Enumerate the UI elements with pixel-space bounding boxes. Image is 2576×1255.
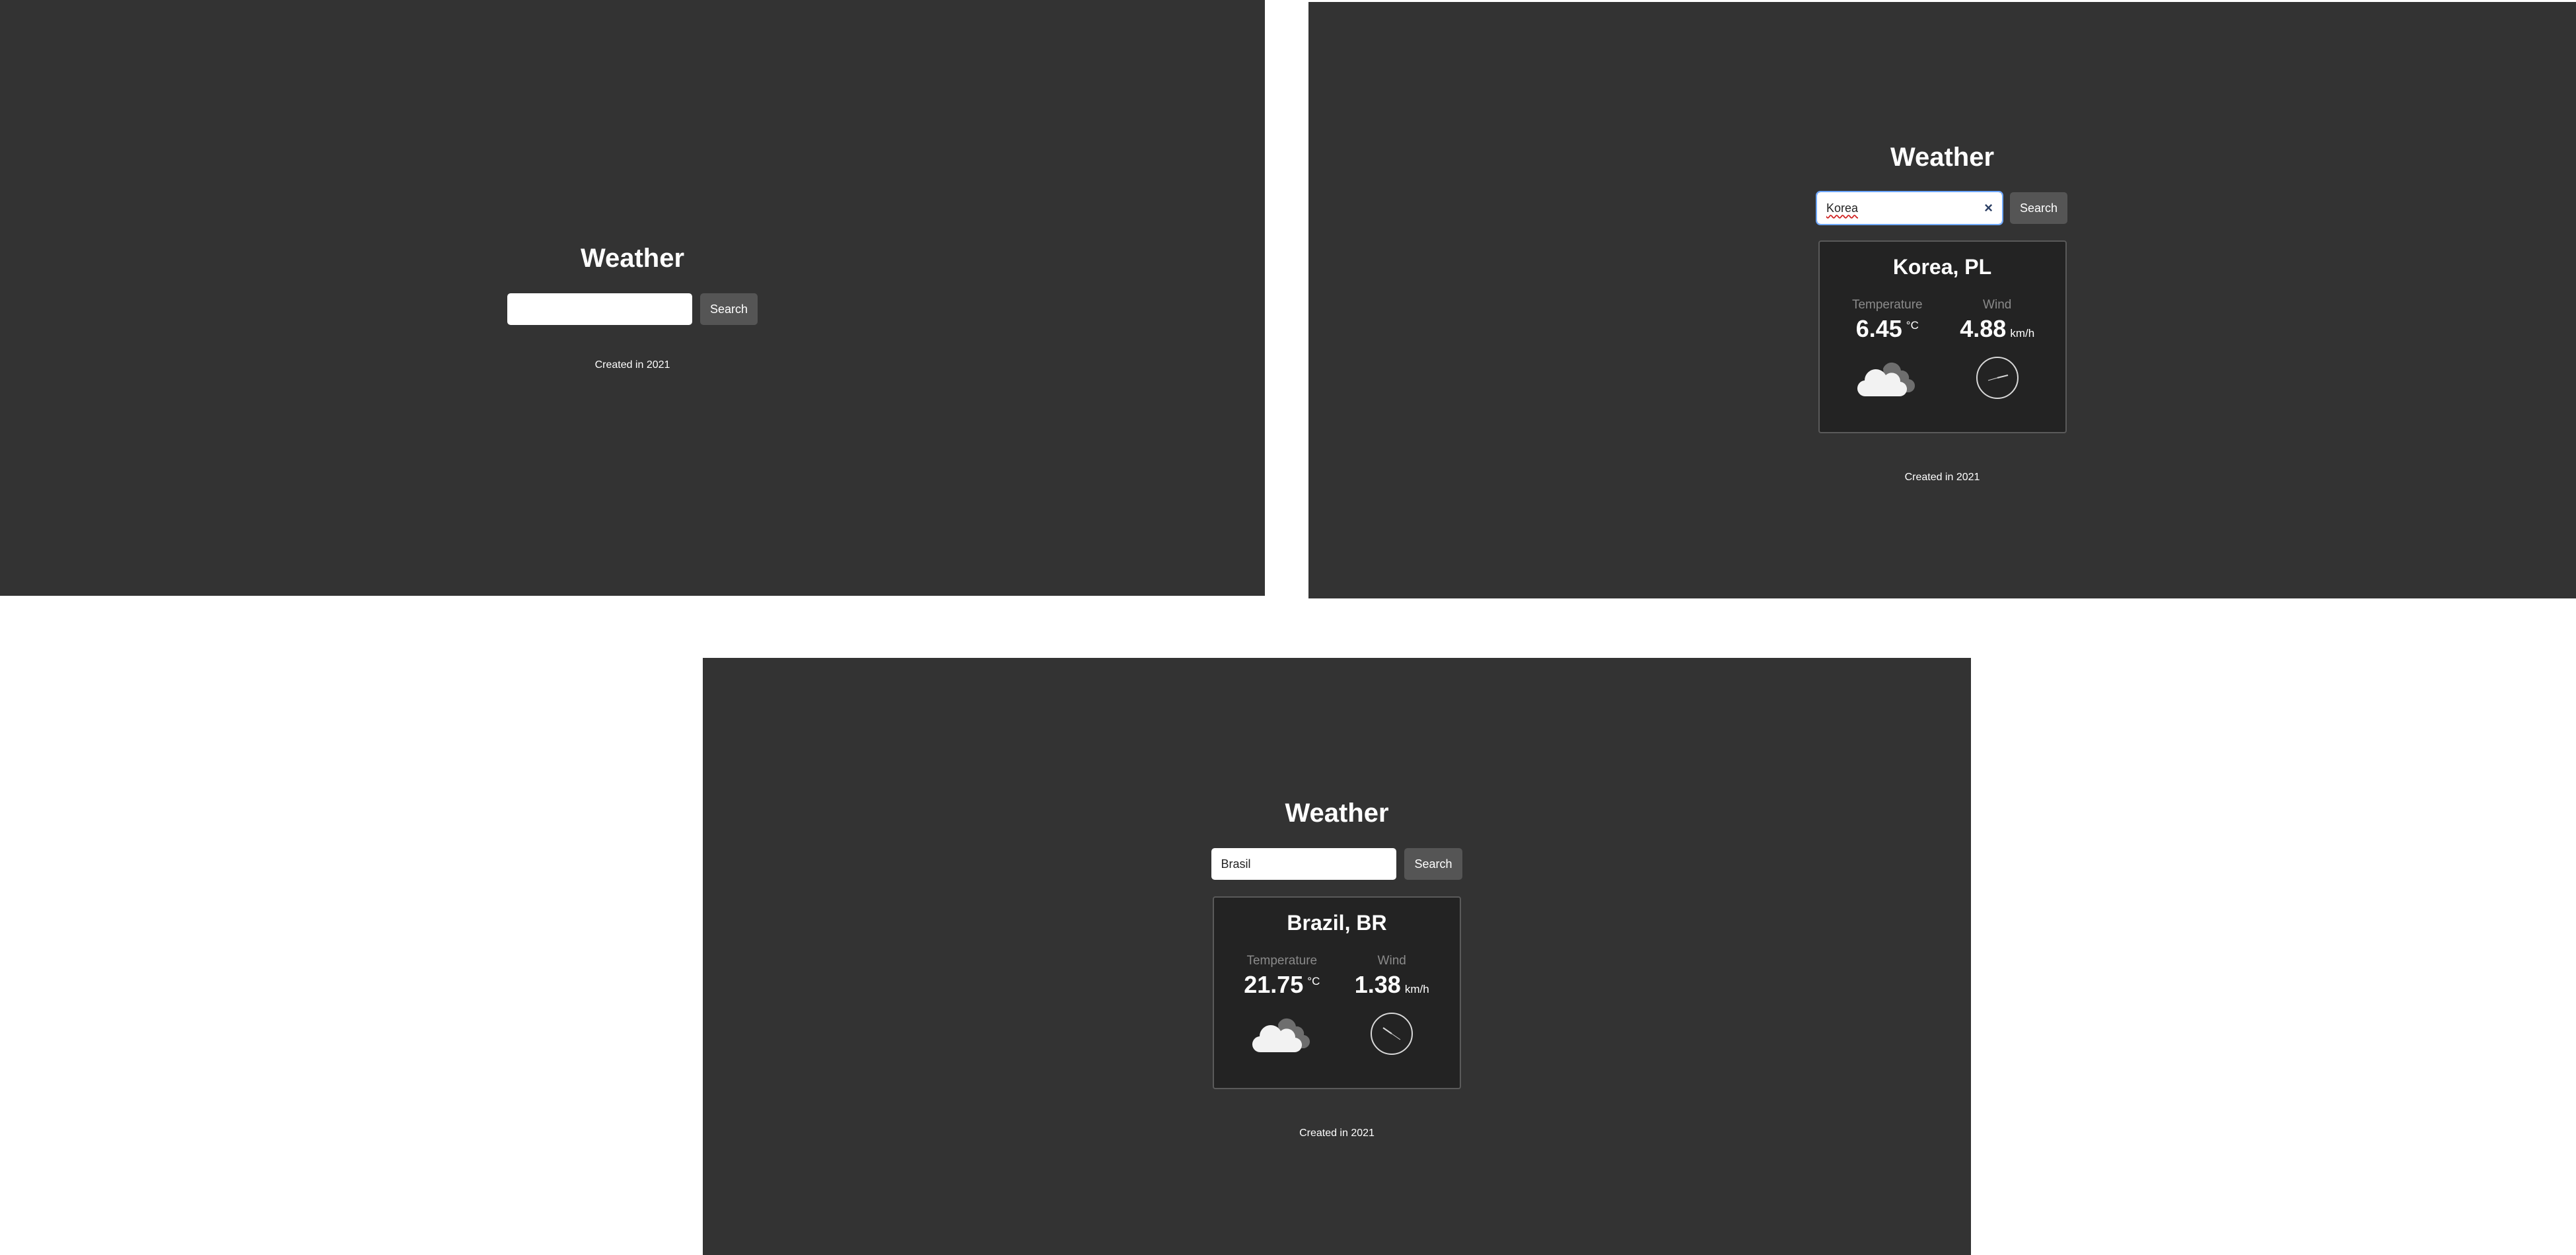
search-input[interactable] (507, 293, 692, 325)
wind-value: 1.38 (1354, 971, 1401, 998)
search-bar: Search (507, 293, 758, 325)
wind-direction-icon (1370, 1012, 1413, 1056)
search-bar: Korea × Search (1815, 191, 2068, 225)
wind-direction-icon (1976, 356, 2019, 400)
footer-text: Created in 2021 (1904, 472, 1980, 483)
temperature-value: 21.75 (1244, 971, 1304, 998)
search-button[interactable]: Search (2009, 192, 2068, 224)
search-bar: Brasil Search (1211, 848, 1462, 880)
temperature-value: 6.45 (1855, 315, 1902, 342)
search-input[interactable]: Brasil (1211, 848, 1397, 880)
wind-metric: Wind 4.88 km/h (1947, 298, 2048, 400)
page-title: Weather (580, 244, 685, 273)
wind-unit: km/h (1404, 983, 1429, 995)
wind-value: 4.88 (1960, 315, 2007, 342)
wind-label: Wind (1377, 954, 1406, 968)
wind-label: Wind (1983, 298, 2012, 312)
footer-text: Created in 2021 (594, 359, 670, 371)
search-input-value: Korea (1826, 201, 1859, 215)
footer-text: Created in 2021 (1299, 1128, 1375, 1139)
weather-app: Weather Search Created in 2021 (0, 243, 1265, 371)
weather-app-screen-brazil: Weather Brasil Search Brazil, BR Tempera… (703, 658, 1971, 1255)
temperature-label: Temperature (1851, 298, 1923, 312)
weather-metrics: Temperature 6.45 °C Wind 4.88 km/h (1837, 298, 2048, 400)
wind-metric: Wind 1.38 km/h (1341, 954, 1443, 1056)
city-name: Korea, PL (1892, 255, 1992, 279)
temperature-metric: Temperature 21.75 °C (1231, 954, 1333, 1056)
city-name: Brazil, BR (1287, 911, 1387, 935)
search-button[interactable]: Search (699, 293, 758, 325)
temperature-unit: °C (1906, 319, 1919, 332)
weather-app-screen-empty: Weather Search Created in 2021 (0, 0, 1265, 596)
temperature-value-wrap: 6.45 °C (1856, 315, 1919, 343)
temperature-value-wrap: 21.75 °C (1244, 971, 1320, 999)
weather-metrics: Temperature 21.75 °C Wind 1.38 km/h (1231, 954, 1443, 1056)
weather-app-screen-korea: Weather Korea × Search Korea, PL Tempera… (1308, 2, 2576, 598)
weather-card: Brazil, BR Temperature 21.75 °C Wind 1.3… (1213, 896, 1461, 1089)
temperature-label: Temperature (1246, 954, 1318, 968)
wind-value-wrap: 4.88 km/h (1960, 315, 2034, 343)
wind-unit: km/h (2010, 327, 2035, 340)
cloud-icon (1857, 356, 1917, 400)
page-title: Weather (1890, 143, 1995, 172)
temperature-unit: °C (1307, 975, 1320, 987)
cloud-icon (1252, 1012, 1312, 1056)
weather-card: Korea, PL Temperature 6.45 °C Wind 4.88 … (1818, 240, 2067, 433)
weather-app: Weather Brasil Search Brazil, BR Tempera… (703, 798, 1971, 1139)
search-button[interactable]: Search (1404, 848, 1462, 880)
search-input[interactable]: Korea × (1815, 191, 2003, 225)
search-input-value: Brasil (1221, 857, 1251, 871)
temperature-metric: Temperature 6.45 °C (1837, 298, 1939, 400)
wind-value-wrap: 1.38 km/h (1355, 971, 1429, 999)
weather-app: Weather Korea × Search Korea, PL Tempera… (1308, 142, 2576, 484)
clear-icon[interactable]: × (1984, 201, 1993, 215)
page-title: Weather (1285, 799, 1389, 828)
